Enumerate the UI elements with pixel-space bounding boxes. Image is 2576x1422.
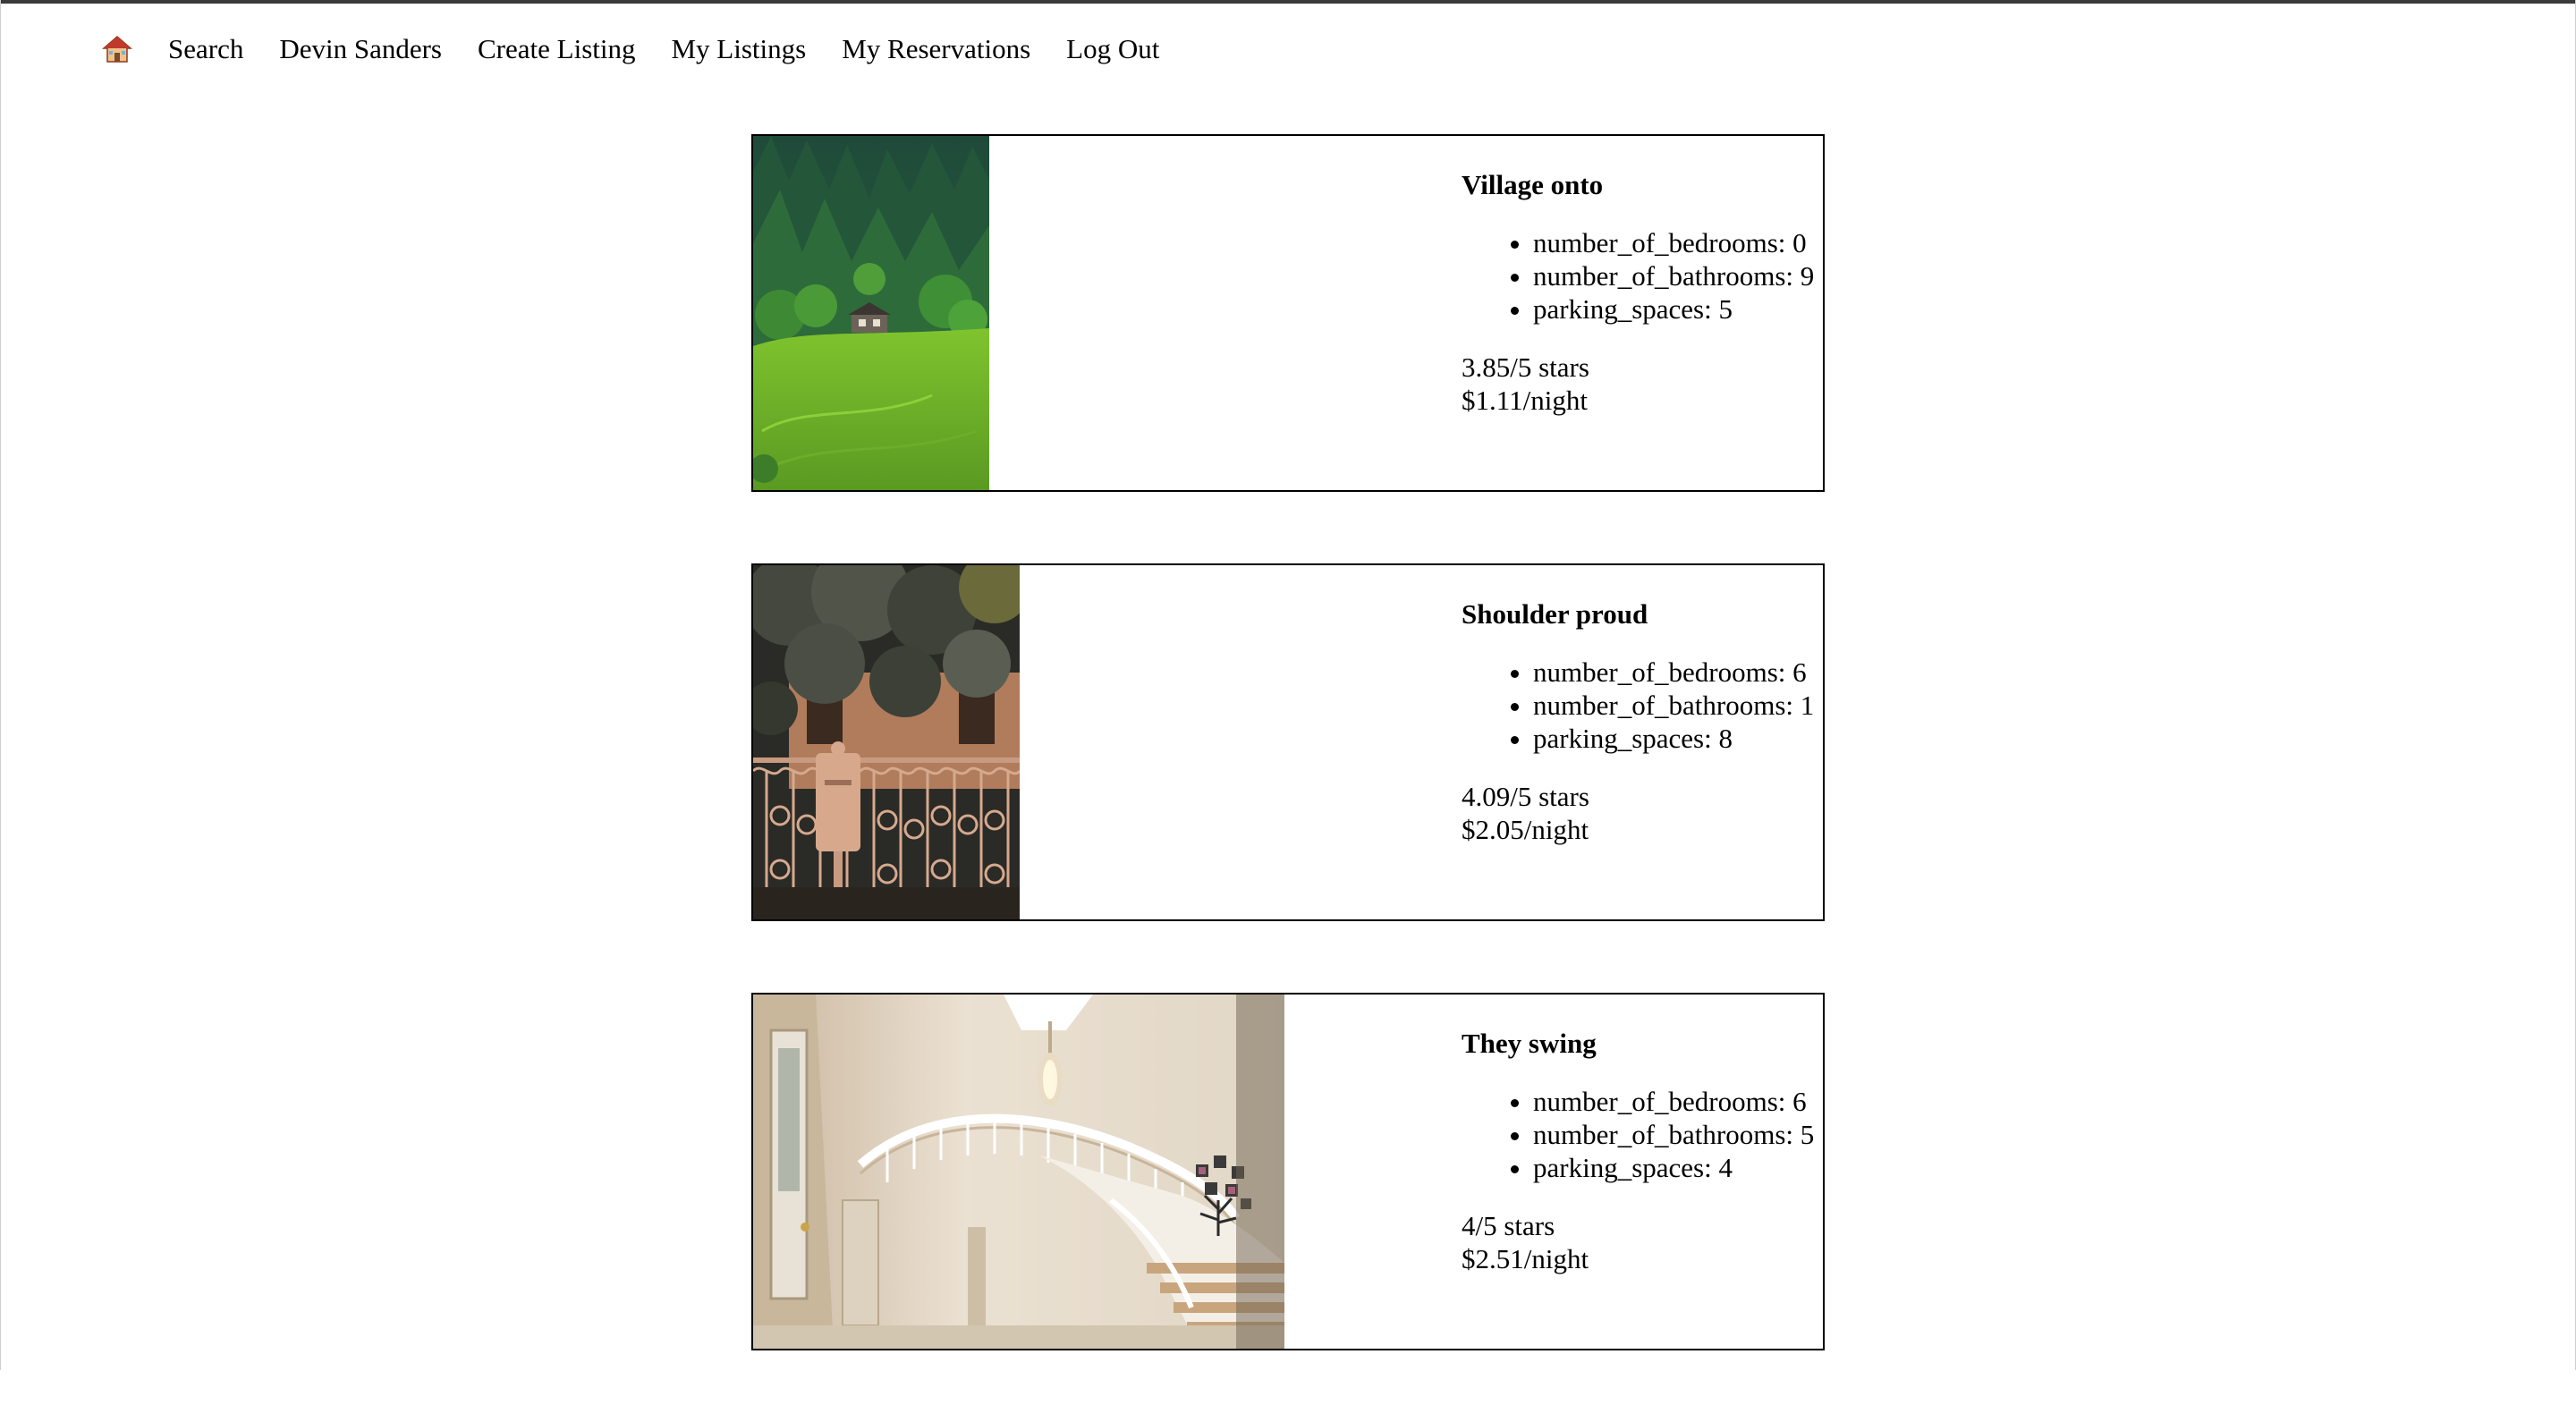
attr-bathrooms: number_of_bathrooms: 5 [1533, 1118, 1823, 1151]
attr-parking: parking_spaces: 5 [1533, 292, 1823, 326]
listing-card[interactable]: Village onto number_of_bedrooms: 0 numbe… [751, 134, 1825, 492]
listing-details: They swing number_of_bedrooms: 6 number_… [1462, 1021, 1823, 1275]
attr-bedrooms: number_of_bedrooms: 6 [1533, 1085, 1823, 1118]
nav-my-reservations-link[interactable]: My Reservations [842, 33, 1030, 65]
nav-search-link[interactable]: Search [168, 33, 243, 65]
listing-attributes: number_of_bedrooms: 6 number_of_bathroom… [1462, 1085, 1823, 1184]
listings-list: Village onto number_of_bedrooms: 0 numbe… [751, 134, 1825, 1422]
listing-attributes: number_of_bedrooms: 6 number_of_bathroom… [1462, 656, 1823, 755]
window-top-border [0, 0, 2576, 4]
listing-title[interactable]: They swing [1462, 1027, 1823, 1060]
listing-rating: 4/5 stars [1462, 1210, 1555, 1241]
listing-rating: 4.09/5 stars [1462, 781, 1589, 812]
listing-photo[interactable] [753, 136, 989, 490]
attr-bathrooms: number_of_bathrooms: 9 [1533, 259, 1823, 292]
house-icon[interactable] [101, 34, 133, 64]
attr-parking: parking_spaces: 8 [1533, 722, 1823, 755]
listing-title[interactable]: Village onto [1462, 168, 1823, 201]
listing-price: $2.51/night [1462, 1243, 1589, 1274]
listing-details: Shoulder proud number_of_bedrooms: 6 num… [1462, 592, 1823, 846]
listing-price: $2.05/night [1462, 814, 1589, 845]
nav-my-listings-link[interactable]: My Listings [671, 33, 806, 65]
listing-photo[interactable] [753, 565, 1020, 919]
nav-user-profile-link[interactable]: Devin Sanders [279, 33, 442, 65]
listing-card[interactable]: They swing number_of_bedrooms: 6 number_… [751, 993, 1825, 1350]
listing-price: $1.11/night [1462, 385, 1588, 416]
listing-attributes: number_of_bedrooms: 0 number_of_bathroom… [1462, 226, 1823, 326]
attr-bedrooms: number_of_bedrooms: 6 [1533, 656, 1823, 689]
listing-card[interactable]: Shoulder proud number_of_bedrooms: 6 num… [751, 563, 1825, 921]
listing-rating: 3.85/5 stars [1462, 351, 1589, 383]
listing-title[interactable]: Shoulder proud [1462, 597, 1823, 631]
top-nav: Search Devin Sanders Create Listing My L… [101, 27, 1195, 72]
attr-bathrooms: number_of_bathrooms: 1 [1533, 689, 1823, 722]
nav-log-out-link[interactable]: Log Out [1066, 33, 1159, 65]
attr-parking: parking_spaces: 4 [1533, 1151, 1823, 1184]
nav-create-listing-link[interactable]: Create Listing [478, 33, 635, 65]
listing-photo[interactable] [753, 995, 1284, 1349]
listing-details: Village onto number_of_bedrooms: 0 numbe… [1462, 163, 1823, 417]
attr-bedrooms: number_of_bedrooms: 0 [1533, 226, 1823, 259]
